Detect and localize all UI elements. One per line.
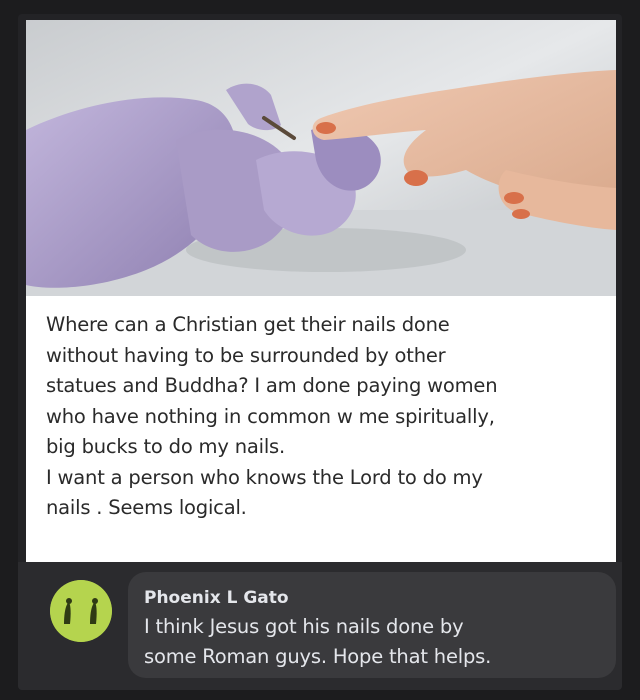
- comment: Phoenix L Gato I think Jesus got his nai…: [18, 562, 622, 690]
- post-body: Where can a Christian get their nails do…: [26, 296, 616, 562]
- avatar[interactable]: [50, 580, 112, 642]
- post-text: Where can a Christian get their nails do…: [46, 313, 498, 519]
- post-photo[interactable]: [26, 20, 616, 296]
- avatar-image: [50, 580, 112, 642]
- manicure-image: [26, 20, 616, 296]
- comment-text: I think Jesus got his nails done by some…: [144, 615, 492, 668]
- post-card: Where can a Christian get their nails do…: [18, 14, 622, 690]
- comment-bubble: Phoenix L Gato I think Jesus got his nai…: [128, 572, 616, 678]
- comment-author[interactable]: Phoenix L Gato: [144, 588, 600, 608]
